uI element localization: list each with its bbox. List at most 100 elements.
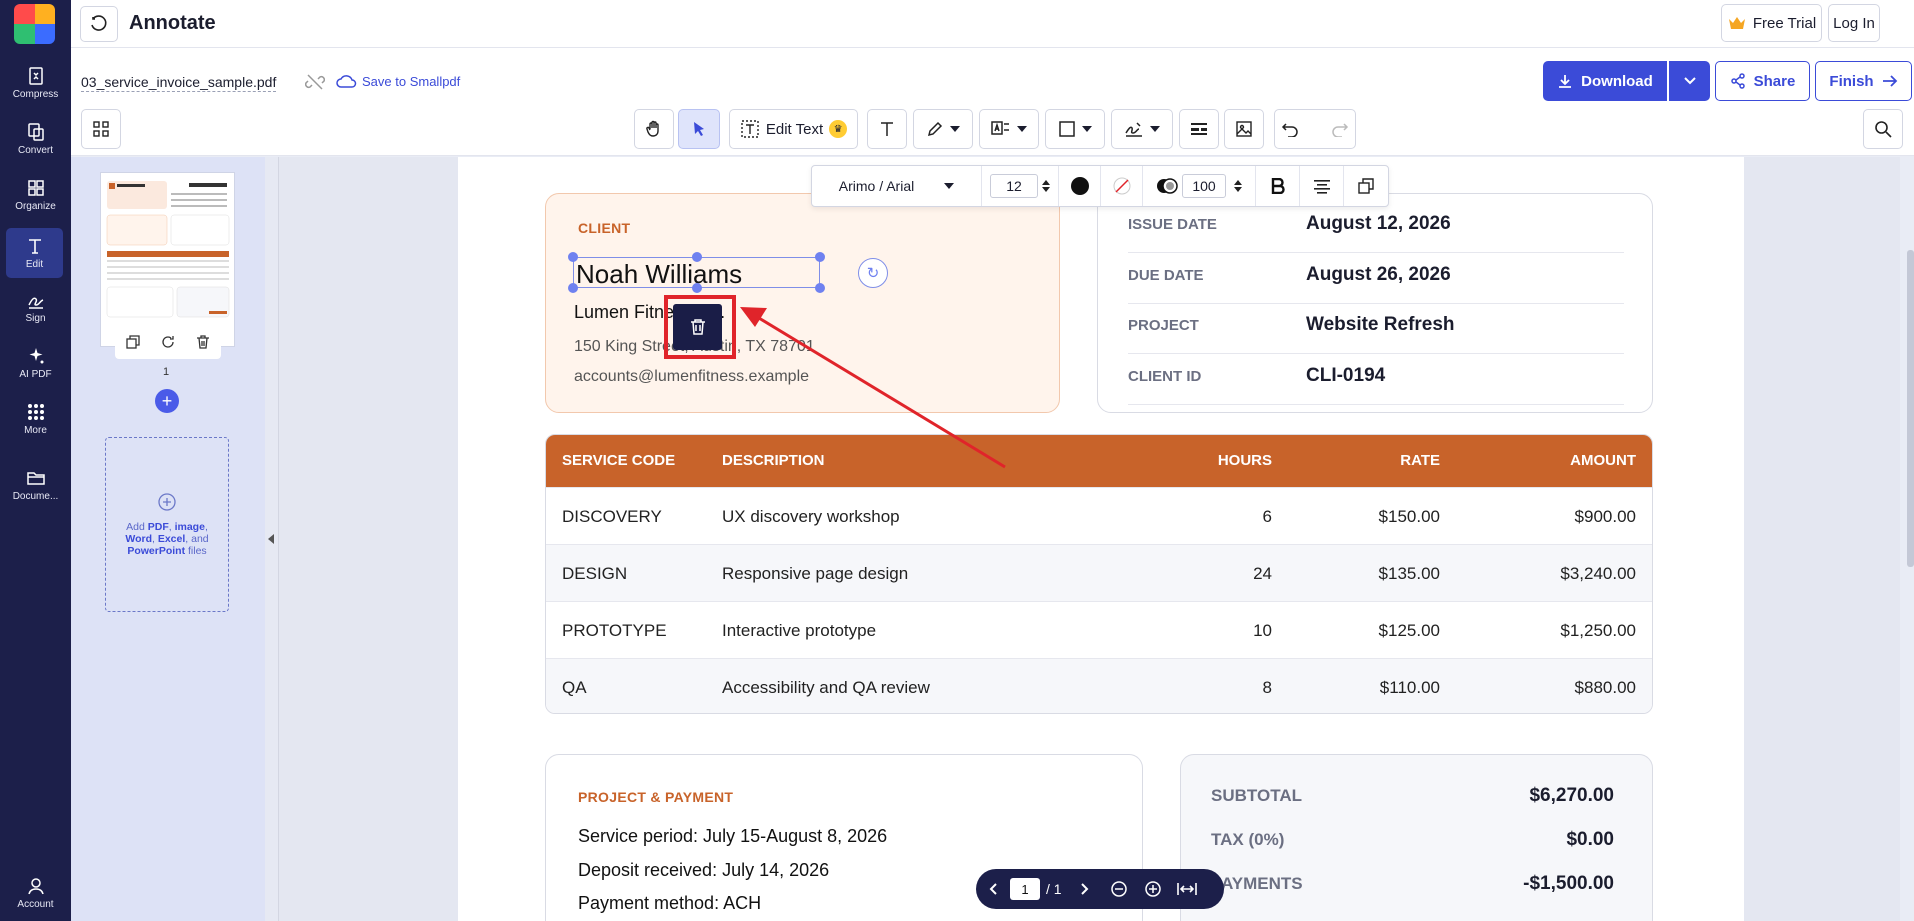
meta-value[interactable]: Website Refresh	[1306, 314, 1455, 336]
rotate-icon[interactable]	[160, 334, 176, 350]
payment-line[interactable]: Deposit received: July 14, 2026	[578, 860, 829, 881]
rail-edit[interactable]: Edit	[6, 228, 63, 278]
rail-more[interactable]: More	[0, 394, 71, 444]
login-button[interactable]: Log In	[1828, 4, 1880, 42]
meta-value[interactable]: August 12, 2026	[1306, 213, 1451, 235]
page-thumbnail[interactable]	[100, 172, 235, 347]
background-color-button[interactable]	[1101, 166, 1143, 206]
table-cell[interactable]: $135.00	[1379, 545, 1440, 602]
zoom-in-button[interactable]	[1136, 869, 1170, 909]
zoom-out-button[interactable]	[1102, 869, 1136, 909]
highlight-tool[interactable]	[979, 109, 1039, 149]
hand-tool[interactable]	[634, 109, 674, 149]
text-color-button[interactable]	[1059, 166, 1101, 206]
table-cell[interactable]: $110.00	[1380, 659, 1440, 713]
resize-handle[interactable]	[692, 283, 702, 293]
total-value[interactable]: -$1,500.00	[1523, 873, 1614, 895]
table-cell[interactable]: PROTOTYPE	[562, 602, 667, 659]
bold-button[interactable]	[1256, 166, 1300, 206]
table-cell[interactable]: DISCOVERY	[562, 488, 662, 545]
redo-icon[interactable]	[1331, 121, 1349, 137]
smallpdf-logo[interactable]	[14, 4, 55, 44]
font-size-stepper[interactable]: 12	[982, 166, 1059, 206]
edit-text-tool[interactable]: Edit Text ♛	[729, 109, 858, 149]
table-cell[interactable]: UX discovery workshop	[722, 488, 900, 545]
table-cell[interactable]: Responsive page design	[722, 545, 908, 602]
finish-button[interactable]: Finish	[1815, 61, 1912, 101]
table-cell[interactable]: 8	[1263, 659, 1272, 713]
font-family-select[interactable]: Arimo / Arial	[812, 166, 982, 206]
stepper-arrows-icon[interactable]	[1042, 180, 1050, 192]
delete-element-button[interactable]	[673, 304, 722, 350]
table-cell[interactable]: $900.00	[1575, 488, 1636, 545]
save-to-smallpdf-link[interactable]: Save to Smallpdf	[335, 73, 460, 89]
total-value[interactable]: $0.00	[1566, 829, 1614, 851]
duplicate-element-button[interactable]	[1344, 166, 1388, 206]
table-cell[interactable]: Accessibility and QA review	[722, 659, 930, 713]
form-field-tool[interactable]	[1179, 109, 1219, 149]
resize-handle[interactable]	[568, 252, 578, 262]
payment-line[interactable]: Service period: July 15-August 8, 2026	[578, 826, 887, 847]
vertical-scrollbar[interactable]	[1907, 250, 1914, 567]
rail-account[interactable]: Account	[0, 868, 71, 918]
meta-value[interactable]: CLI-0194	[1306, 365, 1385, 387]
meta-value[interactable]: August 26, 2026	[1306, 264, 1451, 286]
table-cell[interactable]: 10	[1253, 602, 1272, 659]
rail-sign[interactable]: Sign	[0, 282, 71, 332]
add-text-tool[interactable]	[867, 109, 907, 149]
table-cell[interactable]: $125.00	[1379, 602, 1440, 659]
rail-ai-pdf[interactable]: AI PDF	[0, 338, 71, 388]
table-cell[interactable]: Interactive prototype	[722, 602, 876, 659]
undo-icon[interactable]	[1281, 121, 1299, 137]
shape-tool[interactable]	[1045, 109, 1105, 149]
opacity-value[interactable]: 100	[1182, 174, 1226, 198]
next-page-button[interactable]	[1068, 869, 1102, 909]
rotate-handle-icon[interactable]: ↻	[858, 258, 888, 288]
table-cell[interactable]: DESIGN	[562, 545, 627, 602]
opacity-stepper[interactable]: 100	[1143, 166, 1256, 206]
select-tool[interactable]	[678, 109, 720, 149]
share-button[interactable]: Share	[1715, 61, 1810, 101]
selected-text-box[interactable]: Noah Williams	[568, 252, 825, 293]
panel-collapse-handle[interactable]	[265, 157, 279, 921]
table-cell[interactable]: 24	[1253, 545, 1272, 602]
resize-handle[interactable]	[815, 252, 825, 262]
rail-compress[interactable]: Compress	[0, 58, 71, 108]
total-value[interactable]: $6,270.00	[1529, 785, 1614, 807]
image-tool[interactable]	[1224, 109, 1264, 149]
table-cell[interactable]: $1,250.00	[1560, 602, 1636, 659]
client-name[interactable]: Noah Williams	[576, 259, 742, 290]
table-cell[interactable]: $3,240.00	[1560, 545, 1636, 602]
draw-tool[interactable]	[913, 109, 973, 149]
rail-convert[interactable]: Convert	[0, 114, 71, 164]
page-number-input[interactable]: 1	[1010, 878, 1040, 900]
resize-handle[interactable]	[568, 283, 578, 293]
unlink-icon[interactable]	[305, 72, 325, 92]
add-files-dropzone[interactable]: Add PDF, image, Word, Excel, and PowerPoi…	[105, 437, 229, 612]
rail-documents[interactable]: Docume...	[0, 460, 71, 510]
resize-handle[interactable]	[815, 283, 825, 293]
download-button[interactable]: Download	[1543, 61, 1667, 101]
rail-organize[interactable]: Organize	[0, 170, 71, 220]
file-name[interactable]: 03_service_invoice_sample.pdf	[81, 74, 277, 92]
align-button[interactable]	[1300, 166, 1344, 206]
stepper-arrows-icon[interactable]	[1234, 180, 1242, 192]
free-trial-button[interactable]: Free Trial	[1721, 4, 1822, 42]
prev-page-button[interactable]	[976, 869, 1010, 909]
table-cell[interactable]: QA	[562, 659, 587, 713]
signature-tool[interactable]	[1111, 109, 1173, 149]
back-button[interactable]	[80, 6, 118, 42]
resize-handle[interactable]	[692, 252, 702, 262]
duplicate-icon[interactable]	[125, 334, 141, 350]
payment-line[interactable]: Payment method: ACH	[578, 893, 761, 914]
page-grid-button[interactable]	[81, 109, 121, 149]
search-button[interactable]	[1863, 109, 1903, 149]
download-options-button[interactable]	[1669, 61, 1710, 101]
table-cell[interactable]: $880.00	[1575, 659, 1636, 713]
table-cell[interactable]: 6	[1263, 488, 1272, 545]
font-size-value[interactable]: 12	[990, 174, 1038, 198]
add-page-button[interactable]: +	[155, 389, 179, 413]
trash-icon[interactable]	[195, 334, 211, 350]
table-cell[interactable]: $150.00	[1379, 488, 1440, 545]
fit-width-button[interactable]	[1170, 869, 1204, 909]
